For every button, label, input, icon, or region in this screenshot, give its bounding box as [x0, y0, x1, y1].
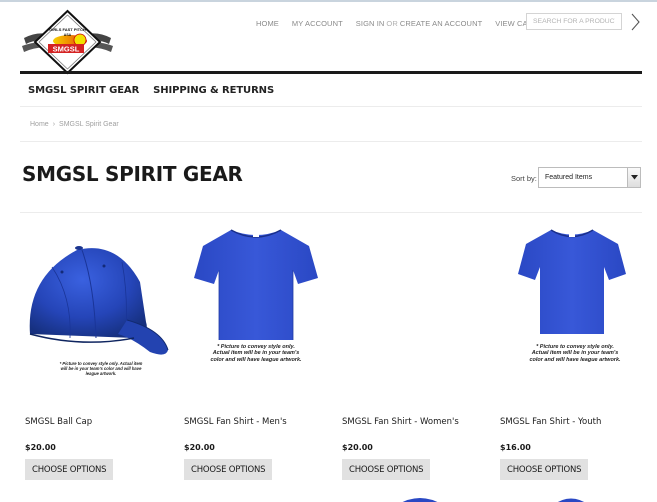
sign-in-link[interactable]: SIGN IN	[356, 19, 385, 28]
product-price: $16.00	[500, 443, 531, 452]
breadcrumb-divider	[20, 141, 642, 142]
product-price: $20.00	[184, 443, 215, 452]
product-disclaimer: * Picture to convey style only. Actual i…	[56, 361, 146, 376]
product-card[interactable]: * Picture to convey style only. Actual i…	[181, 222, 331, 480]
sort-label: Sort by:	[511, 174, 537, 183]
product-name[interactable]: SMGSL Fan Shirt - Youth	[500, 417, 601, 427]
caption-line: color and will have league artwork.	[529, 356, 621, 363]
product-image[interactable]	[339, 222, 489, 397]
product-card[interactable]: SMGSL Fan Shirt - Women's $20.00 CHOOSE …	[339, 222, 489, 480]
nav-spirit-gear[interactable]: SMGSL SPIRIT GEAR	[28, 85, 139, 96]
breadcrumb-separator: ›	[52, 121, 56, 128]
header-divider	[20, 71, 642, 74]
search-input[interactable]	[526, 13, 622, 30]
choose-options-button[interactable]: CHOOSE OPTIONS	[184, 459, 273, 480]
product-name[interactable]: SMGSL Fan Shirt - Men's	[184, 417, 287, 427]
breadcrumb: Home › SMGSL Spirit Gear	[30, 121, 119, 128]
or-text: OR	[386, 18, 398, 28]
tshirt-image	[194, 229, 318, 340]
caption-line: Actual item will be in your team's	[212, 350, 300, 357]
next-product-image-peek	[557, 498, 585, 502]
search-submit-arrow-icon[interactable]	[630, 12, 640, 32]
top-nav: HOME MY ACCOUNT SIGN IN OR CREATE AN ACC…	[256, 17, 553, 29]
breadcrumb-current: SMGSL Spirit Gear	[59, 121, 119, 128]
caption-line: color and will have league artwork.	[210, 356, 302, 363]
top-border	[0, 0, 657, 2]
sort-select[interactable]: Featured Items	[538, 167, 641, 188]
logo-top-text: GIRLS FAST PITCH	[49, 27, 86, 32]
page-title: SMGSL SPIRIT GEAR	[22, 162, 243, 186]
logo-asa-text: ASA	[64, 33, 72, 37]
sort-selected-value: Featured Items	[545, 174, 593, 181]
product-card[interactable]: * Picture to convey style only. Actual i…	[22, 222, 172, 480]
chevron-down-icon	[630, 175, 638, 180]
main-nav: SMGSL SPIRIT GEAR SHIPPING & RETURNS	[28, 85, 288, 96]
product-image[interactable]: * Picture to convey style only. Actual i…	[22, 222, 172, 397]
product-card[interactable]: * Picture to convey style only. Actual i…	[497, 222, 647, 480]
product-image[interactable]: * Picture to convey style only. Actual i…	[497, 222, 647, 397]
choose-options-button[interactable]: CHOOSE OPTIONS	[342, 459, 431, 480]
caption-line: Actual item will be in your team's	[531, 350, 619, 357]
tshirt-image	[518, 229, 626, 334]
home-link[interactable]: HOME	[256, 19, 279, 28]
breadcrumb-home[interactable]: Home	[30, 121, 49, 128]
title-divider	[20, 212, 642, 213]
product-price: $20.00	[342, 443, 373, 452]
caption-line: league artwork.	[85, 370, 117, 376]
create-account-link[interactable]: CREATE AN ACCOUNT	[400, 19, 482, 28]
nav-divider	[20, 106, 642, 107]
choose-options-button[interactable]: CHOOSE OPTIONS	[500, 459, 589, 480]
nav-shipping-returns[interactable]: SHIPPING & RETURNS	[153, 85, 274, 96]
choose-options-button[interactable]: CHOOSE OPTIONS	[25, 459, 114, 480]
product-name[interactable]: SMGSL Ball Cap	[25, 417, 92, 427]
my-account-link[interactable]: MY ACCOUNT	[292, 19, 343, 28]
sort-dropdown-button[interactable]	[627, 168, 640, 187]
product-price: $20.00	[25, 443, 56, 452]
product-name[interactable]: SMGSL Fan Shirt - Women's	[342, 417, 459, 427]
logo-smgsl-text: SMGSL	[53, 45, 80, 54]
product-disclaimer: * Picture to convey style only. Actual i…	[196, 344, 316, 363]
next-product-image-peek	[402, 498, 438, 502]
product-image[interactable]: * Picture to convey style only. Actual i…	[181, 222, 331, 397]
product-disclaimer: * Picture to convey style only. Actual i…	[515, 344, 635, 363]
smgsl-logo[interactable]: SMGSL GIRLS FAST PITCH ASA	[20, 8, 115, 76]
